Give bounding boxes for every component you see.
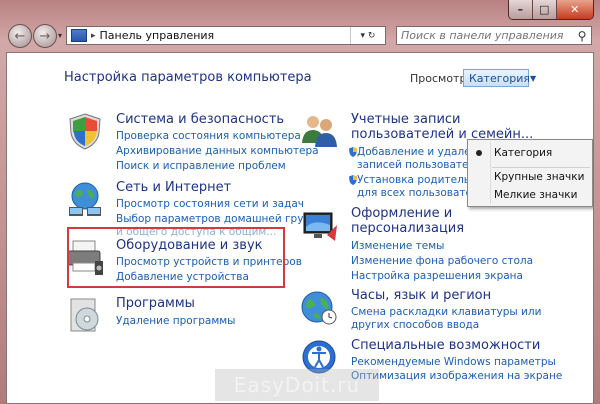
uac-shield-icon	[349, 147, 357, 157]
category-link[interactable]: Изменение фона рабочего стола	[351, 255, 533, 268]
view-by-dropdown[interactable]: Категория ▼	[463, 69, 536, 87]
menu-item-large-icons[interactable]: Крупные значки	[468, 168, 592, 186]
category-link[interactable]: Рекомендуемые Windows параметры	[351, 356, 556, 369]
forward-button[interactable]: →	[33, 24, 57, 48]
search-icon[interactable]: ⚲	[573, 29, 591, 43]
category-link[interactable]: Поиск и исправление проблем	[116, 160, 286, 173]
clock-globe-icon	[301, 291, 337, 325]
category-link[interactable]: Оптимизация изображения на экране	[351, 370, 562, 383]
menu-item-category[interactable]: Категория	[468, 144, 592, 162]
menu-item-label: Крупные значки	[494, 171, 585, 183]
watermark: EasyDoit.ru	[215, 369, 379, 401]
category-title[interactable]: Часы, язык и регион	[351, 288, 491, 303]
category-link[interactable]: Настройка разрешения экрана	[351, 270, 523, 283]
forward-arrow-icon: →	[39, 28, 51, 44]
category-link[interactable]: Смена раскладки клавиатуры или	[351, 306, 541, 319]
category-title[interactable]: Учетные записи	[351, 112, 461, 127]
radio-bullet-icon	[476, 150, 482, 156]
category-link[interactable]: Архивирование данных компьютера	[116, 145, 319, 158]
category-title[interactable]: Программы	[116, 296, 195, 311]
menu-item-label: Мелкие значки	[494, 189, 578, 201]
personalization-icon	[303, 212, 337, 241]
category-title[interactable]: Система и безопасность	[116, 112, 284, 127]
category-title-line2[interactable]: персонализация	[351, 221, 464, 236]
programs-disc-icon	[70, 298, 99, 332]
maximize-button[interactable]: □	[532, 0, 557, 19]
view-by-menu: Категория Крупные значки Мелкие значки	[467, 139, 593, 207]
search-box[interactable]: ⚲	[396, 26, 592, 45]
category-link[interactable]: других способов ввода	[351, 319, 479, 332]
category-link[interactable]: Удаление программы	[116, 315, 235, 328]
page-title: Настройка параметров компьютера	[64, 70, 312, 85]
window-frame: – □ ✕ ← → ▾ ▸ Панель управления ▾ ↻ ⚲ На…	[0, 0, 600, 404]
search-input[interactable]	[397, 29, 573, 42]
menu-item-label: Категория	[494, 147, 553, 159]
shield-icon	[69, 113, 101, 150]
control-panel-icon	[71, 29, 87, 42]
minimize-button[interactable]: –	[509, 0, 533, 19]
category-link[interactable]: Изменение темы	[351, 240, 444, 253]
category-title[interactable]: Специальные возможности	[351, 338, 540, 353]
address-text: Панель управления	[99, 29, 215, 42]
category-link[interactable]: Просмотр состояния сети и задач	[116, 198, 304, 211]
content-area: Настройка параметров компьютера Просмотр…	[6, 52, 594, 404]
category-title[interactable]: Оформление и	[351, 206, 452, 221]
navigation-buttons: ← → ▾	[8, 24, 68, 48]
dropdown-caret-icon: ▼	[529, 73, 537, 83]
view-by-label: Просмотр:	[410, 72, 471, 85]
address-separator: ▸	[91, 30, 96, 41]
view-by-value: Категория	[469, 71, 530, 85]
back-arrow-icon: ←	[14, 28, 26, 44]
caption-buttons: – □ ✕	[508, 0, 594, 20]
category-title[interactable]: Сеть и Интернет	[116, 180, 231, 195]
menu-item-small-icons[interactable]: Мелкие значки	[468, 186, 592, 204]
category-link[interactable]: Проверка состояния компьютера	[116, 130, 301, 143]
address-controls[interactable]: ▾ ↻	[350, 27, 385, 44]
back-button[interactable]: ←	[8, 24, 32, 48]
users-icon	[302, 116, 337, 147]
close-button[interactable]: ✕	[556, 0, 593, 19]
network-globe-icon	[69, 182, 101, 216]
category-link[interactable]: Выбор параметров домашней группы	[116, 213, 325, 226]
address-bar[interactable]: ▸ Панель управления ▾ ↻	[66, 26, 386, 45]
highlight-frame	[67, 227, 285, 288]
uac-shield-icon	[349, 175, 357, 185]
